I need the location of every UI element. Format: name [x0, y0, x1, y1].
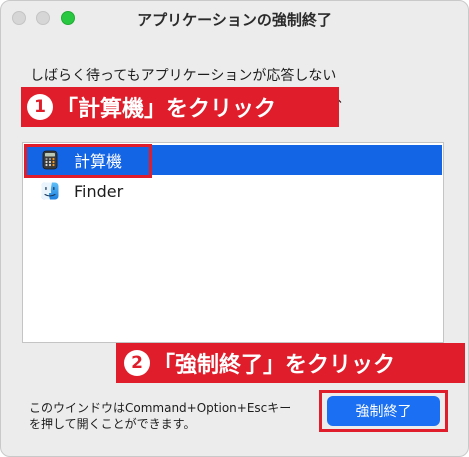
step-number-badge: 1 — [27, 94, 53, 120]
callout-step-1: 1 「計算機」をクリック — [21, 87, 339, 127]
force-quit-button[interactable]: 強制終了 — [327, 396, 440, 426]
calculator-highlight-frame — [24, 144, 152, 178]
app-name-label: Finder — [74, 181, 124, 201]
shortcut-hint-line-2: を押して開くことができます。 — [29, 417, 196, 431]
list-item-finder[interactable]: Finder — [24, 176, 442, 206]
shortcut-hint: このウインドウはCommand+Option+Escキー を押して開くことができ… — [29, 400, 291, 432]
window-title: アプリケーションの強制終了 — [137, 11, 332, 29]
callout-text: 「計算機」をクリック — [56, 97, 277, 122]
instruction-line-1: しばらく待ってもアプリケーションが応答しない — [30, 68, 337, 84]
title-bar: アプリケーションの強制終了 — [1, 1, 468, 35]
step-number-badge: 2 — [124, 350, 150, 376]
finder-icon — [41, 182, 59, 200]
shortcut-hint-line-1: このウインドウはCommand+Option+Escキー — [29, 401, 292, 415]
callout-text: 「強制終了」をクリック — [153, 353, 396, 378]
callout-step-2: 2 「強制終了」をクリック — [116, 343, 465, 383]
force-quit-window: アプリケーションの強制終了 しばらく待ってもアプリケーションが応答しない 場合は… — [0, 0, 469, 457]
